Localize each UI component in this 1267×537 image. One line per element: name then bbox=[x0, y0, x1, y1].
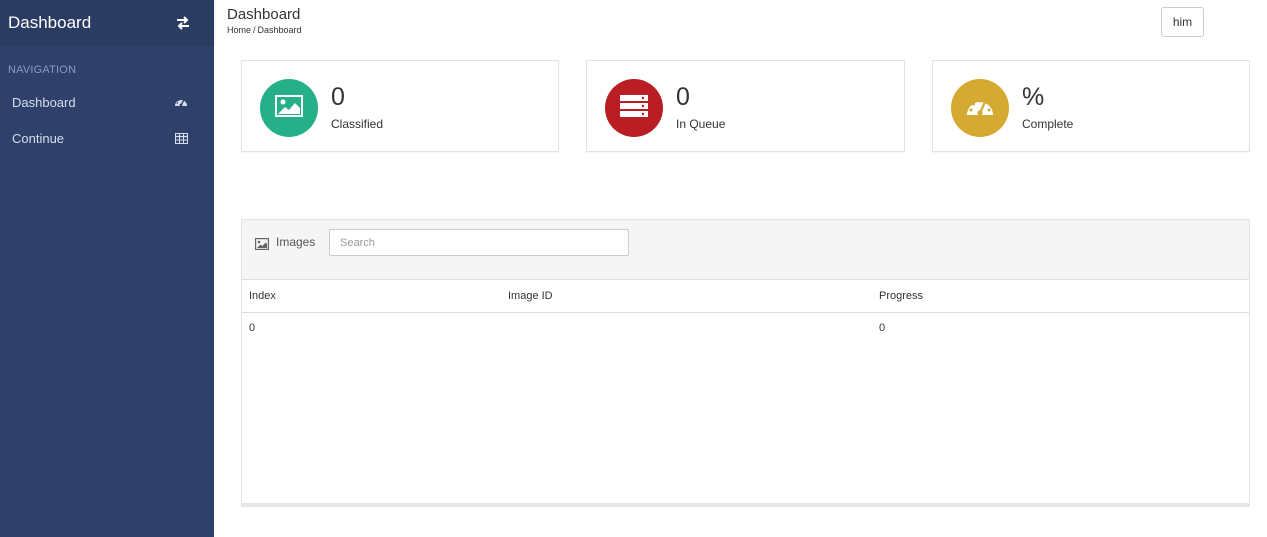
server-stack-icon bbox=[620, 94, 648, 122]
stat-card-complete: % Complete bbox=[932, 60, 1250, 152]
images-table: Index Image ID Progress 0 0 bbox=[242, 280, 1249, 343]
images-panel: Images Index Image ID Progress 0 0 bbox=[241, 219, 1250, 507]
picture-icon bbox=[275, 94, 303, 122]
table-row[interactable]: 0 0 bbox=[242, 312, 1249, 343]
column-header-progress[interactable]: Progress bbox=[872, 280, 1249, 313]
table-grid-icon bbox=[174, 131, 188, 145]
nav-heading: NAVIGATION bbox=[8, 64, 77, 76]
search-input[interactable] bbox=[329, 229, 629, 256]
sidebar-item-continue[interactable]: Continue bbox=[0, 120, 214, 156]
stat-value: 0 bbox=[676, 83, 690, 111]
nav-list: Dashboard Continue bbox=[0, 84, 214, 156]
page-title: Dashboard bbox=[227, 6, 301, 23]
stat-card-classified: 0 Classified bbox=[241, 60, 559, 152]
stat-value: 0 bbox=[331, 83, 345, 111]
breadcrumb-separator: / bbox=[253, 25, 256, 35]
stat-label: Complete bbox=[1022, 117, 1074, 131]
cell-progress: 0 bbox=[879, 321, 886, 334]
stat-icon-circle bbox=[260, 79, 318, 137]
dashboard-gauge-icon bbox=[174, 95, 188, 109]
panel-footer-divider bbox=[242, 503, 1249, 506]
swap-arrows-icon[interactable] bbox=[174, 15, 192, 31]
cell-image-id bbox=[501, 312, 872, 343]
stat-icon-circle bbox=[951, 79, 1009, 137]
column-header-index[interactable]: Index bbox=[242, 280, 501, 313]
breadcrumb: Home / Dashboard bbox=[227, 25, 302, 35]
stat-label: In Queue bbox=[676, 117, 726, 131]
stat-value: % bbox=[1022, 83, 1045, 111]
cell-index: 0 bbox=[249, 321, 256, 334]
speedometer-icon bbox=[965, 94, 995, 123]
sidebar: Dashboard NAVIGATION Dashboard Continue bbox=[0, 0, 214, 537]
stat-card-in-queue: 0 In Queue bbox=[586, 60, 905, 152]
sidebar-item-label: Dashboard bbox=[12, 94, 76, 110]
breadcrumb-current: Dashboard bbox=[257, 25, 302, 35]
breadcrumb-home[interactable]: Home bbox=[227, 25, 251, 35]
sidebar-item-label: Continue bbox=[12, 130, 65, 146]
table-header-row: Index Image ID Progress bbox=[242, 280, 1249, 313]
sidebar-item-dashboard[interactable]: Dashboard bbox=[0, 84, 214, 120]
images-panel-title: Images bbox=[276, 235, 316, 249]
picture-icon bbox=[255, 237, 270, 251]
images-panel-heading: Images bbox=[242, 220, 1249, 280]
stat-label: Classified bbox=[331, 117, 384, 131]
stat-icon-circle bbox=[605, 79, 663, 137]
sidebar-title[interactable]: Dashboard bbox=[8, 13, 91, 33]
user-menu-button[interactable]: him bbox=[1161, 7, 1204, 37]
sidebar-header: Dashboard bbox=[0, 0, 214, 45]
column-header-image-id[interactable]: Image ID bbox=[501, 280, 872, 313]
